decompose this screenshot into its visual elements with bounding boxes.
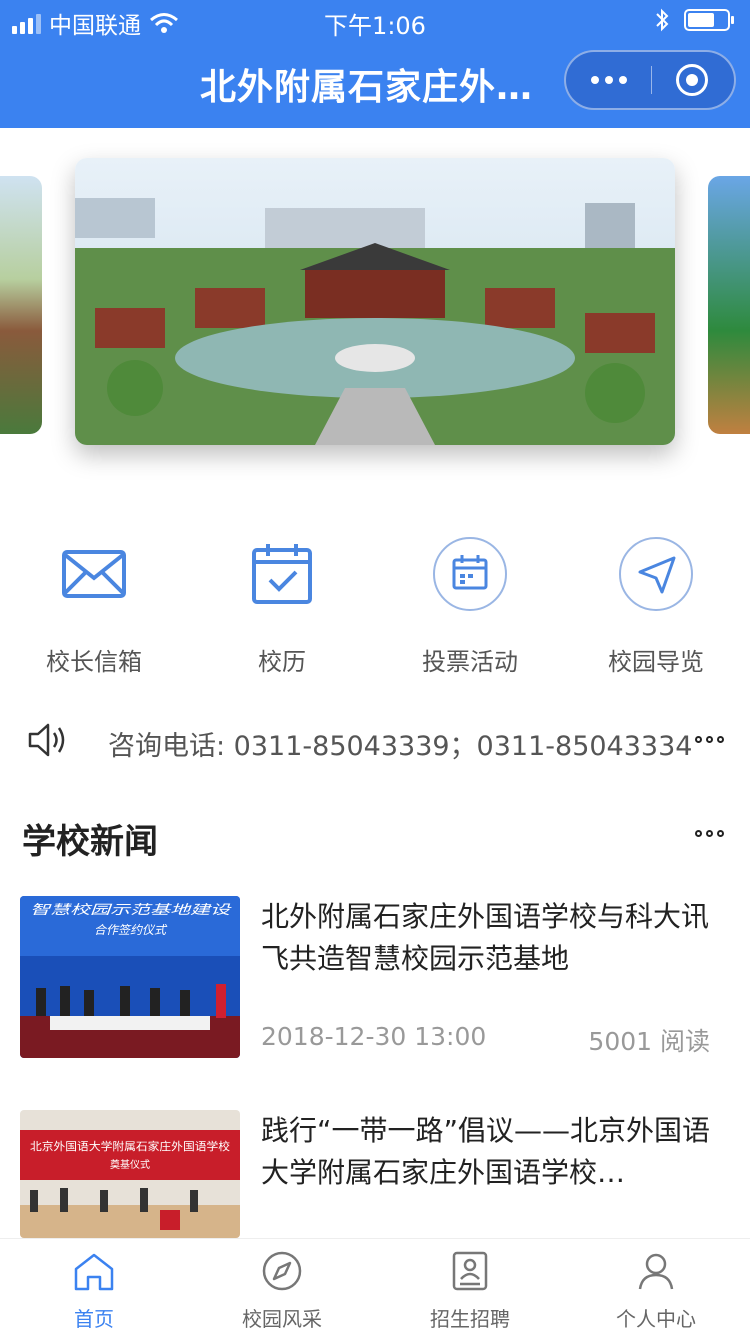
quick-link-principal-mailbox[interactable]: 校长信箱 <box>0 536 188 677</box>
tab-home[interactable]: 首页 <box>0 1239 188 1334</box>
bluetooth-icon <box>656 8 669 32</box>
tab-profile[interactable]: 个人中心 <box>562 1239 750 1334</box>
calendar-icon <box>433 537 507 611</box>
top-header: 中国联通 下午1:06 北外附属石家庄外… <box>0 0 750 128</box>
news-thumbnail: 智慧校园示范基地建设 合作签约仪式 <box>20 896 240 1058</box>
compass-icon <box>262 1251 302 1291</box>
tab-admissions[interactable]: 招生招聘 <box>376 1239 564 1334</box>
news-title: 北外附属石家庄外国语学校与科大讯飞共造智慧校园示范基地 <box>261 900 710 975</box>
news-read-count: 5001 阅读 <box>588 1027 710 1056</box>
status-bar: 中国联通 下午1:06 <box>0 0 750 40</box>
user-icon <box>638 1253 674 1290</box>
quick-link-label: 校园导览 <box>608 648 704 676</box>
quick-link-campus-guide[interactable]: 校园导览 <box>562 536 750 677</box>
campus-rendering-image <box>75 158 675 445</box>
tab-label: 首页 <box>74 1307 114 1331</box>
banner-next-slide[interactable] <box>708 176 750 434</box>
notice-text: 咨询电话: 0311-85043339；0311-85043334 <box>108 731 693 762</box>
news-title: 践行“一带一路”倡议——北京外国语大学附属石家庄外国语学校… <box>261 1114 711 1189</box>
quick-links: 校长信箱 校历 投票活动 校园导览 <box>0 536 750 676</box>
speaker-icon <box>28 723 65 757</box>
status-right <box>654 8 734 32</box>
quick-link-school-calendar[interactable]: 校历 <box>188 536 376 677</box>
quick-link-voting[interactable]: 投票活动 <box>376 536 564 677</box>
news-item[interactable]: 北京外国语大学附属石家庄外国语学校 奠基仪式 践行“一带一路”倡议——北京外国语… <box>20 1110 730 1238</box>
news-more-icon[interactable] <box>695 830 724 837</box>
navigation-icon <box>619 537 693 611</box>
quick-link-label: 投票活动 <box>422 648 518 676</box>
tab-campus-style[interactable]: 校园风采 <box>188 1239 376 1334</box>
quick-link-label: 校历 <box>258 648 306 676</box>
battery-icon <box>684 9 734 31</box>
banner-prev-slide[interactable] <box>0 176 42 434</box>
notice-more-icon[interactable] <box>695 736 724 743</box>
banner-image[interactable] <box>75 158 675 445</box>
home-icon <box>74 1253 114 1291</box>
thumb-caption: 智慧校园示范基地建设 <box>30 903 233 918</box>
close-button[interactable] <box>676 64 708 96</box>
news-section-title: 学校新闻 <box>22 822 158 862</box>
news-date: 2018-12-30 13:00 <box>261 1022 487 1051</box>
news-thumbnail: 北京外国语大学附属石家庄外国语学校 奠基仪式 <box>20 1110 240 1238</box>
more-button[interactable] <box>566 52 652 108</box>
thumb-caption: 北京外国语大学附属石家庄外国语学校 <box>30 1139 230 1153</box>
mail-icon <box>62 550 126 598</box>
id-card-icon <box>452 1251 488 1291</box>
quick-link-label: 校长信箱 <box>46 648 142 676</box>
tab-label: 校园风采 <box>242 1307 322 1331</box>
page-title: 北外附属石家庄外… <box>200 67 534 108</box>
mini-program-capsule <box>564 50 736 110</box>
thumb-caption-sub: 奠基仪式 <box>110 1158 150 1171</box>
thumb-caption-sub: 合作签约仪式 <box>94 923 168 937</box>
news-item[interactable]: 智慧校园示范基地建设 合作签约仪式 北外附属石家庄外国语学校与科大讯飞共造智慧校… <box>20 896 730 1058</box>
notice-bar[interactable]: 咨询电话: 0311-85043339；0311-85043334 <box>0 712 750 772</box>
bottom-tab-bar: 首页 校园风采 招生招聘 个人中心 <box>0 1238 750 1334</box>
status-time: 下午1:06 <box>324 12 426 40</box>
tab-label: 招生招聘 <box>430 1307 510 1331</box>
calendar-check-icon <box>252 544 312 604</box>
capsule-divider <box>651 66 652 94</box>
tab-label: 个人中心 <box>616 1307 696 1331</box>
